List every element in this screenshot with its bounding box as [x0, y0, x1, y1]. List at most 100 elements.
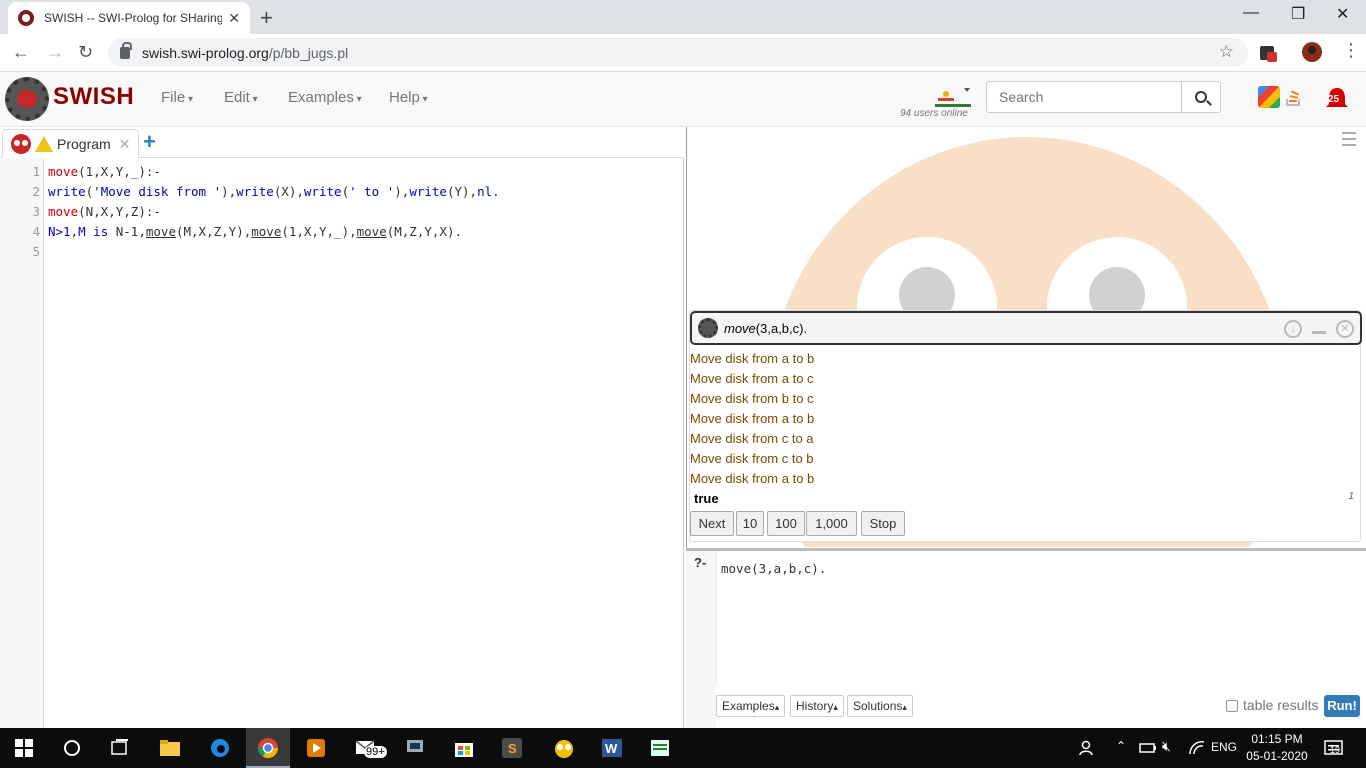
- media-player-icon[interactable]: [304, 736, 328, 760]
- back-arrow-icon[interactable]: ←: [12, 42, 30, 63]
- clock-date: 05-01-2020: [1246, 749, 1308, 763]
- show-hidden-icons-icon[interactable]: ⌃: [1116, 739, 1126, 753]
- url-field[interactable]: swish.swi-prolog.org/p/bb_jugs.pl ☆: [108, 38, 1248, 67]
- search-input[interactable]: [986, 81, 1182, 113]
- mail-badge: 99+: [364, 746, 387, 758]
- swish-favicon-icon: [18, 10, 34, 26]
- run-button[interactable]: Run!: [1324, 695, 1360, 717]
- query-input[interactable]: move(3,a,b,c).: [716, 551, 1366, 685]
- next-10-button[interactable]: 10: [736, 511, 764, 536]
- answer-query-header: move(3,a,b,c). ↓ ✕: [690, 311, 1362, 345]
- wifi-icon[interactable]: [1186, 736, 1210, 760]
- notification-badge: 19: [1330, 745, 1341, 755]
- output-line: Move disk from a to b: [690, 411, 815, 426]
- query-gutter: [686, 551, 716, 728]
- output-line: Move disk from c to b: [690, 451, 814, 466]
- sublime-text-icon[interactable]: S: [500, 736, 524, 760]
- output-line: Move disk from c to a: [690, 431, 814, 446]
- table-results-label: table results: [1243, 697, 1319, 713]
- next-button[interactable]: Next: [690, 511, 734, 536]
- clock[interactable]: 01:15 PM 05-01-2020: [1244, 731, 1310, 765]
- spreadsheet-app-icon[interactable]: [648, 736, 672, 760]
- reload-icon[interactable]: ↻: [78, 42, 93, 63]
- program-tab-label: Program: [57, 136, 111, 152]
- notification-count: 25: [1328, 94, 1340, 105]
- add-tab-button[interactable]: +: [143, 129, 156, 155]
- close-window-icon[interactable]: ✕: [1336, 4, 1349, 24]
- restore-window-icon[interactable]: ❐: [1291, 4, 1305, 24]
- lock-icon: [120, 41, 132, 59]
- language-indicator[interactable]: ENG: [1211, 740, 1237, 754]
- search-circle-icon[interactable]: [60, 736, 84, 760]
- tab-program[interactable]: Program ✕: [2, 129, 140, 158]
- line-number: 4: [32, 224, 40, 239]
- program-editor[interactable]: 1 move(1,X,Y,_):- 2 write('Move disk from …: [0, 158, 684, 728]
- search-icon: [1195, 91, 1207, 103]
- forward-arrow-icon[interactable]: →: [46, 42, 64, 63]
- svg-text:W: W: [605, 741, 618, 756]
- browser-tabstrip: SWISH -- SWI-Prolog for SHaring ✕ + — ❐ …: [0, 0, 1366, 34]
- line-number: 5: [32, 244, 40, 259]
- swish-logo-icon[interactable]: [5, 77, 49, 121]
- swi-prolog-owl-icon[interactable]: [552, 736, 576, 760]
- minimize-answer-icon[interactable]: [1312, 331, 1326, 334]
- output-line: Move disk from a to c: [690, 371, 814, 386]
- profile-avatar-icon[interactable]: [1301, 41, 1323, 63]
- close-answer-icon[interactable]: ✕: [1336, 320, 1354, 338]
- users-online-bar: [935, 104, 971, 107]
- remote-desktop-icon[interactable]: [404, 736, 428, 760]
- clock-time: 01:15 PM: [1251, 732, 1303, 746]
- windows-start-icon[interactable]: [12, 736, 36, 760]
- examples-button[interactable]: Examples: [716, 695, 786, 717]
- chrome-icon[interactable]: [256, 736, 280, 760]
- download-icon[interactable]: ↓: [1284, 320, 1302, 338]
- word-icon[interactable]: W: [600, 736, 624, 760]
- pane-menu-icon[interactable]: [1342, 132, 1356, 150]
- next-1000-button[interactable]: 1,000: [806, 511, 857, 536]
- search-button[interactable]: [1181, 81, 1221, 113]
- browser-tab[interactable]: SWISH -- SWI-Prolog for SHaring ✕: [8, 2, 250, 34]
- store-icon[interactable]: [452, 736, 476, 760]
- extension-icon[interactable]: [1258, 43, 1278, 63]
- people-icon[interactable]: [1076, 736, 1100, 760]
- file-explorer-icon[interactable]: [158, 736, 182, 760]
- output-line: Move disk from a to b: [690, 471, 815, 486]
- menu-examples[interactable]: Examples: [288, 89, 362, 106]
- close-tab-icon[interactable]: ✕: [228, 10, 240, 27]
- code-line: move(1,X,Y,_):-: [48, 164, 161, 179]
- table-results-checkbox[interactable]: [1226, 700, 1238, 712]
- line-number: 3: [32, 204, 40, 219]
- new-tab-button[interactable]: +: [260, 5, 273, 31]
- query-editor-panel: ?- move(3,a,b,c). Examples History Solut…: [686, 551, 1366, 728]
- menu-help[interactable]: Help: [389, 89, 428, 106]
- menu-file[interactable]: File: [161, 89, 193, 106]
- stop-button[interactable]: Stop: [861, 511, 905, 536]
- volume-muted-icon[interactable]: 🔇︎: [1162, 738, 1171, 755]
- output-line: Move disk from b to c: [690, 391, 814, 406]
- users-online-icon[interactable]: [934, 82, 974, 106]
- code-line: write('Move disk from '),write(X),write(…: [48, 184, 500, 199]
- minimize-window-icon[interactable]: —: [1243, 4, 1259, 22]
- code-line: N>1,M is N-1,move(M,X,Z,Y),move(1,X,Y,_)…: [48, 224, 462, 239]
- stackoverflow-icon[interactable]: [1283, 86, 1305, 108]
- menu-edit[interactable]: Edit: [224, 89, 258, 106]
- warning-icon: [35, 136, 53, 152]
- code-line: move(N,X,Y,Z):-: [48, 204, 161, 219]
- output-line: Move disk from a to b: [690, 351, 815, 366]
- task-view-icon[interactable]: [108, 736, 132, 760]
- history-button[interactable]: History: [790, 695, 844, 717]
- users-online-label: 94 users online: [900, 108, 968, 119]
- close-tab-icon[interactable]: ✕: [119, 136, 131, 153]
- browser-menu-icon[interactable]: ⋮: [1342, 40, 1360, 61]
- program-tabbar: Program ✕ +: [0, 127, 684, 158]
- battery-icon[interactable]: [1136, 736, 1160, 760]
- edge-browser-icon[interactable]: [208, 736, 232, 760]
- url-path: /p/bb_jugs.pl: [268, 44, 349, 61]
- query-arguments: (3,a,b,c).: [755, 320, 808, 336]
- bookmark-star-icon[interactable]: ☆: [1219, 42, 1234, 62]
- solutions-button[interactable]: Solutions: [847, 695, 913, 717]
- swish-owl-icon: [11, 134, 31, 154]
- google-login-icon[interactable]: [1258, 86, 1280, 108]
- next-100-button[interactable]: 100: [767, 511, 805, 536]
- swish-brand[interactable]: SWISH: [53, 83, 134, 111]
